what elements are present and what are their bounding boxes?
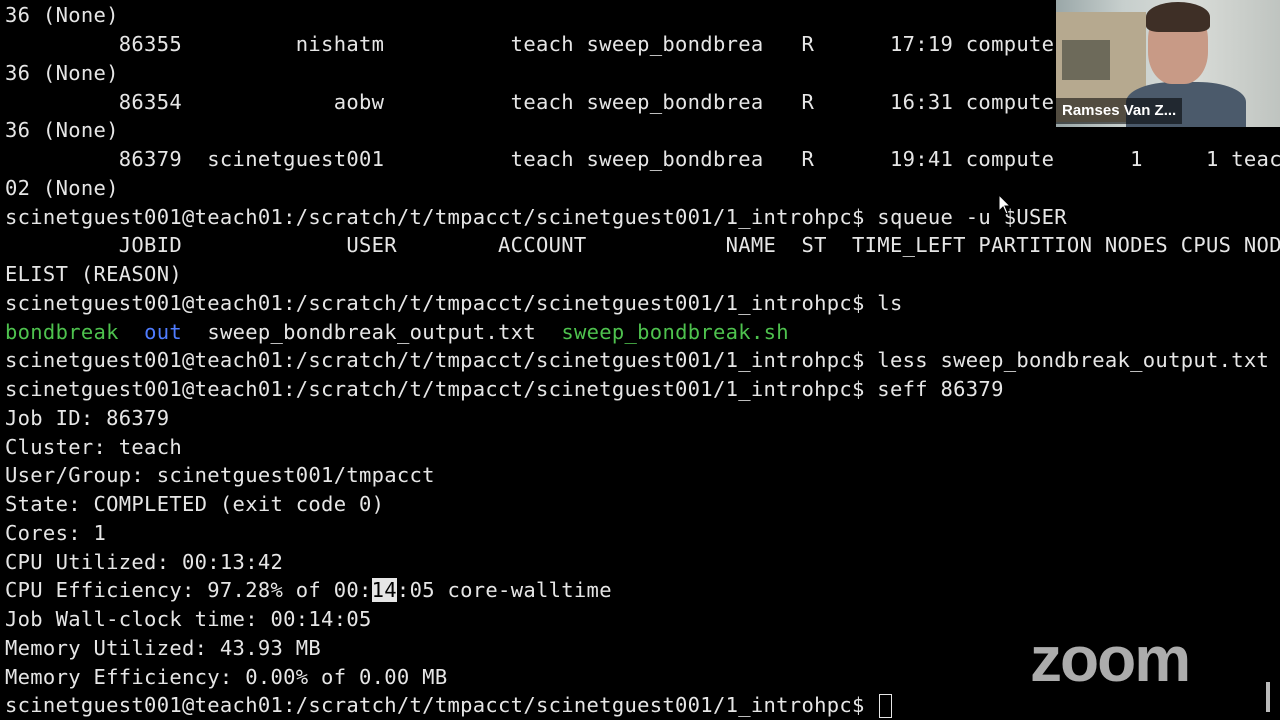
terminal-line: Job Wall-clock time: 00:14:05 xyxy=(5,607,372,631)
ls-output-line: bondbreak out sweep_bondbreak_output.txt… xyxy=(5,318,789,347)
terminal-line: 02 (None) xyxy=(5,176,119,200)
terminal-line: Job ID: 86379 xyxy=(5,406,170,430)
terminal-line: User/Group: scinetguest001/tmpacct xyxy=(5,463,435,487)
participant-hair xyxy=(1146,2,1210,32)
terminal-line: Memory Efficiency: 0.00% of 0.00 MB xyxy=(5,665,448,689)
terminal-line: ELIST (REASON) xyxy=(5,262,182,286)
terminal-line: Cluster: teach xyxy=(5,435,182,459)
terminal-line: 36 (None) xyxy=(5,118,119,142)
terminal-line: State: COMPLETED (exit code 0) xyxy=(5,492,385,516)
prompt-line[interactable]: scinetguest001@teach01:/scratch/t/tmpacc… xyxy=(5,691,893,720)
terminal-cursor xyxy=(879,694,893,718)
text-selection[interactable]: 14 xyxy=(371,578,397,602)
terminal-line: scinetguest001@teach01:/scratch/t/tmpacc… xyxy=(5,348,1270,372)
terminal-line: scinetguest001@teach01:/scratch/t/tmpacc… xyxy=(5,205,1067,229)
terminal-line: 86379 scinetguest001 teach sweep_bondbre… xyxy=(5,147,1280,171)
terminal-line: scinetguest001@teach01:/scratch/t/tmpacc… xyxy=(5,377,1004,401)
terminal-line: Memory Utilized: 43.93 MB xyxy=(5,636,322,660)
participant-name: Ramses Van Z... xyxy=(1056,98,1183,124)
ls-executable-bondbreak: bondbreak xyxy=(5,320,119,344)
terminal-line: 36 (None) xyxy=(5,61,119,85)
video-background-object xyxy=(1062,40,1110,80)
terminal-line: CPU Utilized: 00:13:42 xyxy=(5,550,284,574)
zoom-watermark: zoom xyxy=(1030,623,1191,695)
ls-file-output: sweep_bondbreak_output.txt xyxy=(207,320,537,344)
terminal-line: 36 (None) xyxy=(5,3,119,27)
prompt: scinetguest001@teach01:/scratch/t/tmpacc… xyxy=(5,693,878,717)
terminal-line: JOBID USER ACCOUNT NAME ST TIME_LEFT PAR… xyxy=(5,233,1280,257)
terminal-line: scinetguest001@teach01:/scratch/t/tmpacc… xyxy=(5,291,903,315)
ls-directory-out: out xyxy=(144,320,183,344)
ls-executable-script: sweep_bondbreak.sh xyxy=(561,320,789,344)
cpu-efficiency-line: CPU Efficiency: 97.28% of 00:14:05 core-… xyxy=(5,578,612,602)
terminal-line: Cores: 1 xyxy=(5,521,107,545)
scrollbar-thumb[interactable] xyxy=(1266,682,1270,712)
